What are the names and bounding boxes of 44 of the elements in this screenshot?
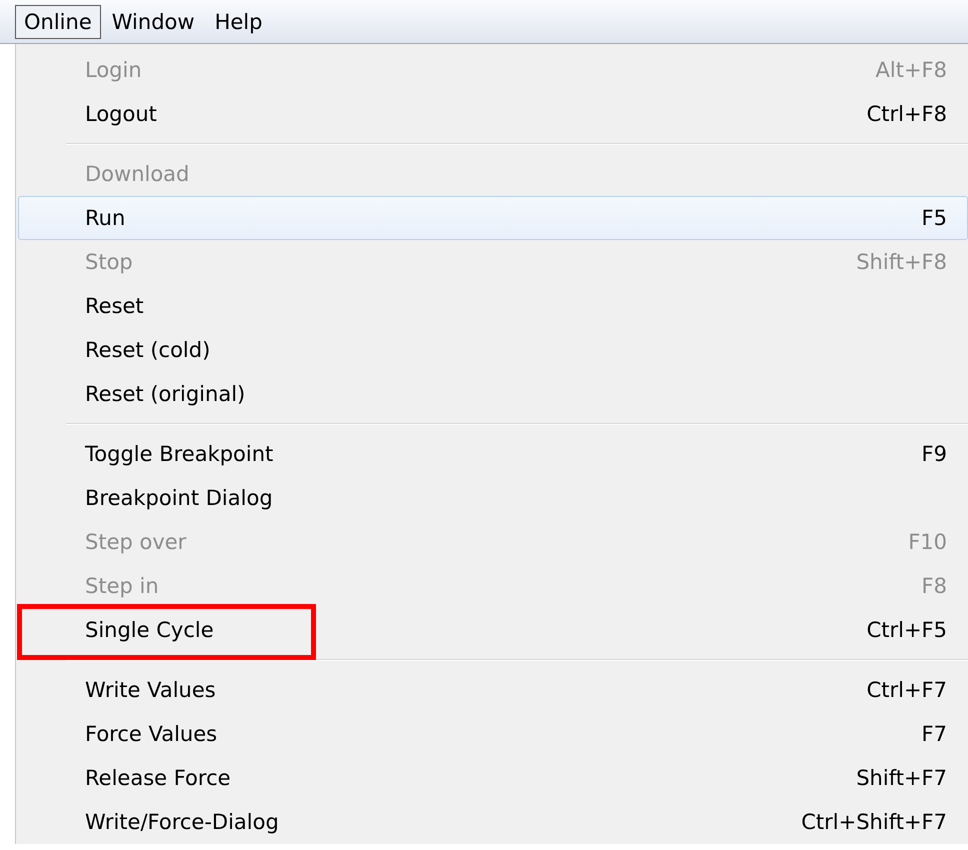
menu-bar-item[interactable]: Window bbox=[102, 4, 204, 38]
menu-item[interactable]: Write/Force-Dialog Ctrl+Shift+F7 bbox=[18, 800, 968, 844]
shortcut-label: F5 bbox=[922, 206, 947, 230]
menu-item[interactable]: Single Cycle Ctrl+F5 bbox=[18, 608, 968, 652]
menu-item-label: Single Cycle bbox=[85, 618, 214, 642]
shortcut-label: F10 bbox=[908, 530, 947, 554]
menu-item-label: Step over bbox=[85, 530, 186, 554]
menu-item[interactable]: Reset bbox=[18, 284, 968, 328]
menu-item[interactable]: Write Values Ctrl+F7 bbox=[18, 668, 968, 712]
menu-item-label: Stop bbox=[85, 250, 133, 274]
menu-item[interactable]: Breakpoint Dialog bbox=[18, 476, 968, 520]
menu-item-label: Release Force bbox=[85, 766, 231, 790]
menu-item-label: Reset (original) bbox=[85, 382, 246, 406]
menu-item-label: Write/Force-Dialog bbox=[85, 810, 279, 834]
menu-item-label: Reset (cold) bbox=[85, 338, 210, 362]
shortcut-label: F7 bbox=[922, 722, 947, 746]
menu-item[interactable]: Reset (cold) bbox=[18, 328, 968, 372]
menu-item-label: Breakpoint Dialog bbox=[85, 486, 273, 510]
menu-item[interactable]: Force Values F7 bbox=[18, 712, 968, 756]
shortcut-label: Shift+F8 bbox=[856, 250, 947, 274]
menu-item-label: Logout bbox=[85, 102, 157, 126]
menu-item[interactable]: Toggle Breakpoint F9 bbox=[18, 432, 968, 476]
menu-bar-item[interactable]: Online bbox=[15, 4, 101, 38]
shortcut-label: Shift+F7 bbox=[856, 766, 947, 790]
menu-item-label: Toggle Breakpoint bbox=[85, 442, 274, 466]
shortcut-label: Ctrl+F5 bbox=[866, 618, 947, 642]
shortcut-label: Ctrl+Shift+F7 bbox=[801, 810, 947, 834]
menu-item-label: Force Values bbox=[85, 722, 218, 746]
shortcut-label: Alt+F8 bbox=[876, 58, 947, 82]
menu-item[interactable]: Logout Ctrl+F8 bbox=[18, 92, 968, 136]
shortcut-label: F8 bbox=[922, 574, 947, 598]
menu-item-label: Run bbox=[85, 206, 126, 230]
menu-item-label: Login bbox=[85, 58, 142, 82]
shortcut-label: Ctrl+F8 bbox=[866, 102, 947, 126]
shortcut-label: F9 bbox=[922, 442, 947, 466]
menu-item-label: Step in bbox=[85, 574, 159, 598]
menu-item-label: Download bbox=[85, 162, 190, 186]
menu-item-label: Write Values bbox=[85, 678, 216, 702]
menu-bar-item[interactable]: Help bbox=[206, 4, 272, 38]
menu-item[interactable]: Run F5 bbox=[18, 196, 968, 240]
menu-item-label: Reset bbox=[85, 294, 144, 318]
menu-item[interactable]: Reset (original) bbox=[18, 372, 968, 416]
shortcut-label: Ctrl+F7 bbox=[866, 678, 947, 702]
menu-item[interactable]: Release Force Shift+F7 bbox=[18, 756, 968, 800]
